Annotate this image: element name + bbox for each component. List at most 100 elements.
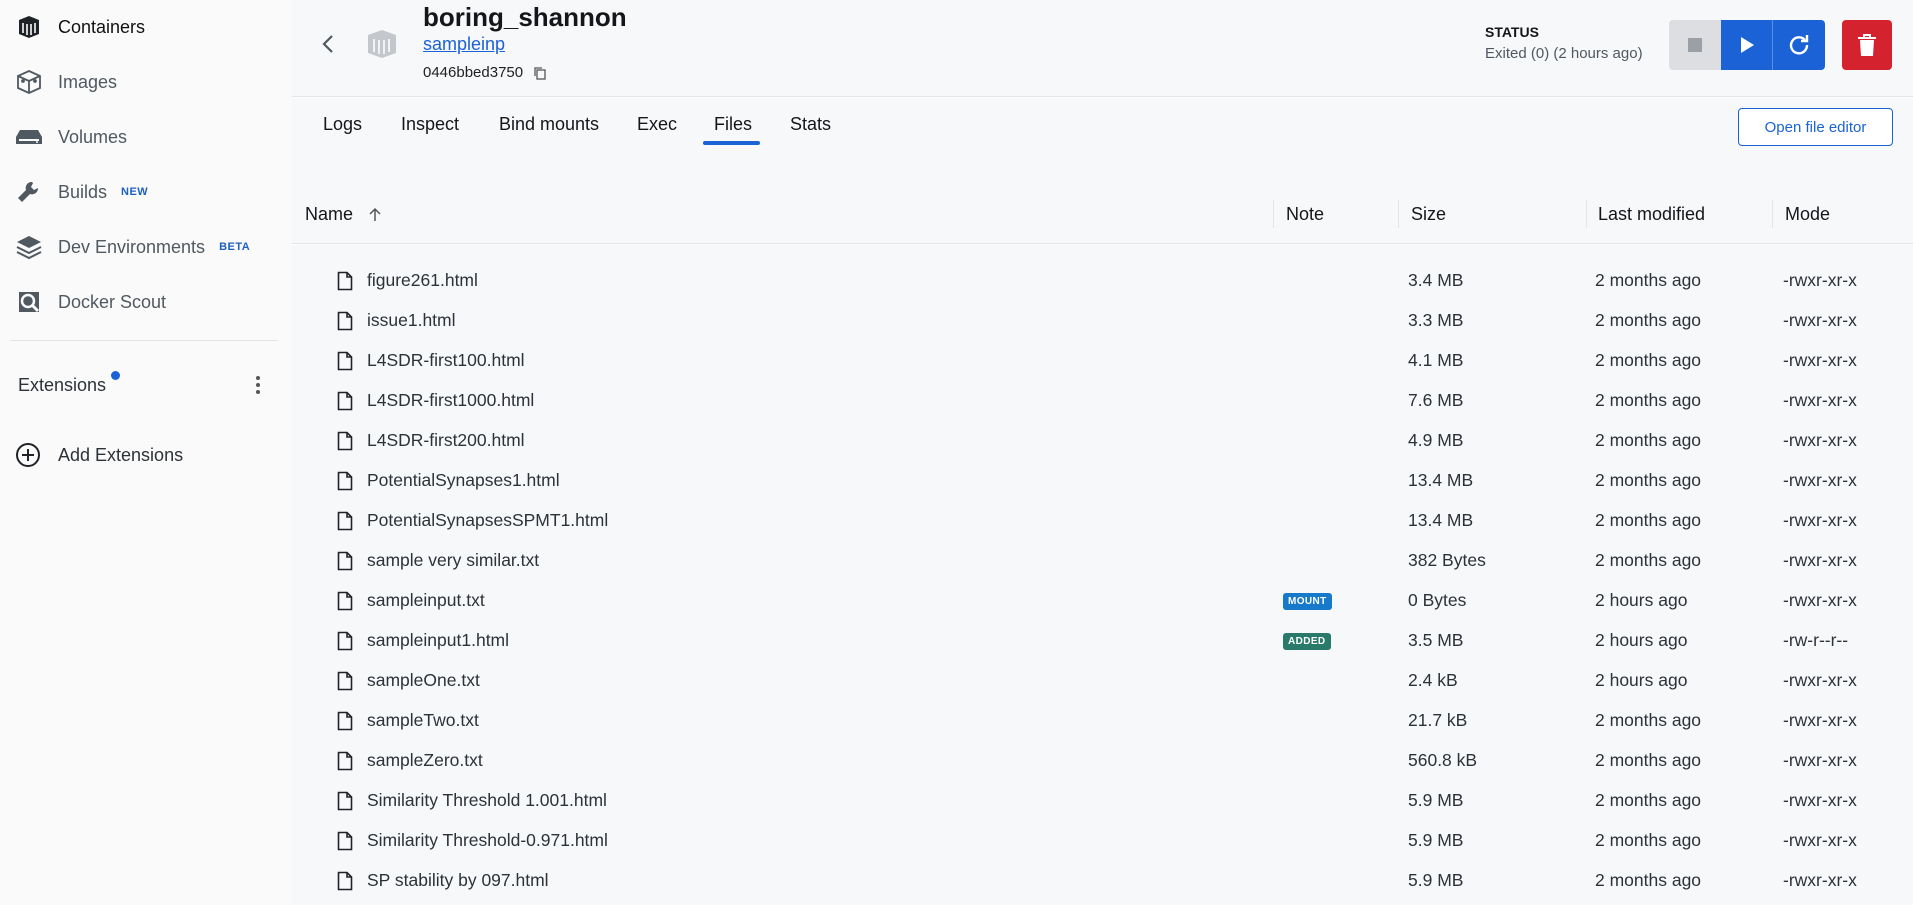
- tab-exec[interactable]: Exec: [637, 114, 677, 135]
- restart-button[interactable]: [1773, 20, 1825, 70]
- open-file-editor-button[interactable]: Open file editor: [1738, 108, 1893, 146]
- sidebar-item-docker-scout[interactable]: Docker Scout: [14, 284, 166, 320]
- table-row[interactable]: L4SDR-first100.html 4.1 MB 2 months ago -rw…: [292, 341, 1913, 381]
- more-options-icon[interactable]: [248, 373, 268, 397]
- file-modified: 2 months ago: [1595, 310, 1702, 330]
- builds-icon: [14, 177, 44, 207]
- file-name: sampleinput.txt: [367, 590, 485, 610]
- table-row[interactable]: sampleOne.txt 2.4 kB 2 hours ago -rwxr-xr-x: [292, 661, 1913, 701]
- tab-logs[interactable]: Logs: [323, 114, 362, 135]
- tab-inspect[interactable]: Inspect: [401, 114, 459, 135]
- sidebar-item-containers[interactable]: Containers: [14, 9, 145, 45]
- container-id-row: 0446bbed3750: [423, 64, 547, 81]
- table-row[interactable]: sampleZero.txt 560.8 kB 2 months ago -rwxr-…: [292, 741, 1913, 781]
- stop-button[interactable]: [1669, 20, 1721, 70]
- status-value: Exited (0) (2 hours ago): [1485, 45, 1643, 62]
- file-icon: [337, 631, 353, 651]
- table-row[interactable]: sampleinput.txt MOUNT 0 Bytes 2 hours ago -r…: [292, 581, 1913, 621]
- volumes-icon: [14, 122, 44, 152]
- table-row[interactable]: draw_figure.py12.5 kB1 month ago-rwxr-xr…: [292, 245, 1913, 255]
- file-name: SP stability by 097.html: [367, 870, 549, 890]
- file-icon: [337, 591, 353, 611]
- file-size: 13.4 MB: [1408, 470, 1474, 490]
- file-name: sampleOne.txt: [367, 670, 480, 690]
- table-row[interactable]: PotentialSynapses1.html 13.4 MB 2 months a…: [292, 461, 1913, 501]
- tab-bind-mounts[interactable]: Bind mounts: [499, 114, 599, 135]
- table-row[interactable]: L4SDR-first1000.html 7.6 MB 2 months ago -r…: [292, 381, 1913, 421]
- file-mode: -rwxr-xr-x: [1783, 390, 1857, 410]
- file-modified: 2 hours ago: [1595, 630, 1688, 650]
- file-modified: 2 months ago: [1595, 510, 1702, 530]
- file-mode: -rwxr-xr-x: [1783, 270, 1857, 290]
- start-button[interactable]: [1721, 20, 1773, 70]
- table-row[interactable]: Similarity Threshold-0.971.html 5.9 MB 2 m…: [292, 821, 1913, 861]
- sidebar-item-builds[interactable]: Builds NEW: [14, 174, 148, 210]
- file-list: draw_figure.py12.5 kB1 month ago-rwxr-xr…: [292, 245, 1913, 905]
- table-header: Name Note Size Last modified Mode: [292, 188, 1913, 244]
- container-header: boring_shannon sampleinp 0446bbed3750 ST…: [292, 0, 1913, 97]
- file-name: sampleZero.txt: [367, 750, 483, 770]
- file-mode: -rwxr-xr-x: [1783, 430, 1857, 450]
- column-header-size[interactable]: Size: [1411, 204, 1446, 225]
- play-icon: [1740, 37, 1754, 53]
- file-name: PotentialSynapsesSPMT1.html: [367, 510, 609, 530]
- delete-button[interactable]: [1842, 20, 1892, 70]
- file-mode: -rwxr-xr-x: [1783, 590, 1857, 610]
- restart-icon: [1789, 35, 1809, 55]
- tab-stats[interactable]: Stats: [790, 114, 831, 135]
- file-size: 21.7 kB: [1408, 710, 1468, 730]
- column-header-name[interactable]: Name: [305, 204, 383, 225]
- table-row[interactable]: figure261.html 3.4 MB 2 months ago -rwxr-xr…: [292, 261, 1913, 301]
- sidebar-item-volumes[interactable]: Volumes: [14, 119, 127, 155]
- table-row[interactable]: L4SDR-first200.html 4.9 MB 2 months ago -rw…: [292, 421, 1913, 461]
- file-modified: 2 months ago: [1595, 750, 1702, 770]
- file-icon: [337, 471, 353, 491]
- added-badge: ADDED: [1283, 633, 1331, 650]
- column-header-last-modified[interactable]: Last modified: [1598, 204, 1705, 225]
- dev-environments-icon: [14, 232, 44, 262]
- table-row[interactable]: Similarity Threshold 1.001.html 5.9 MB 2 m…: [292, 781, 1913, 821]
- file-mode: -rwxr-xr-x: [1783, 510, 1857, 530]
- images-icon: [14, 67, 44, 97]
- file-name: sampleinput1.html: [367, 630, 510, 650]
- sidebar-item-label: Containers: [58, 16, 146, 37]
- copy-icon[interactable]: [533, 66, 547, 80]
- add-extensions-button[interactable]: Add Extensions: [14, 441, 183, 469]
- status-label: STATUS: [1485, 24, 1539, 40]
- back-button[interactable]: [316, 30, 340, 58]
- table-row[interactable]: sampleTwo.txt 21.7 kB 2 months ago -rwxr-xr…: [292, 701, 1913, 741]
- file-mode: -rwxr-xr-x: [1783, 670, 1857, 690]
- image-link[interactable]: sampleinp: [423, 34, 505, 55]
- table-row[interactable]: SP stability by 097.html 5.9 MB 2 months a…: [292, 861, 1913, 901]
- column-header-mode[interactable]: Mode: [1785, 204, 1830, 225]
- sort-ascending-icon: [369, 207, 381, 221]
- file-size: 0 Bytes: [1408, 590, 1467, 610]
- table-row[interactable]: sample very similar.txt 382 Bytes 2 months…: [292, 541, 1913, 581]
- table-row[interactable]: sampleinput1.html ADDED 3.5 MB 2 hours ago -…: [292, 621, 1913, 661]
- tab-files[interactable]: Files: [714, 114, 752, 135]
- file-modified: 2 months ago: [1595, 390, 1702, 410]
- container-name: boring_shannon: [423, 2, 627, 32]
- column-header-note[interactable]: Note: [1286, 204, 1324, 225]
- file-modified: 2 months ago: [1595, 470, 1702, 490]
- extensions-label: Extensions: [18, 374, 107, 395]
- file-name: L4SDR-first1000.html: [367, 390, 535, 410]
- file-mode: -rwxr-xr-x: [1783, 870, 1857, 890]
- sidebar-item-images[interactable]: Images: [14, 64, 117, 100]
- file-name: PotentialSynapses1.html: [367, 470, 560, 490]
- table-row[interactable]: issue1.html 3.3 MB 2 months ago -rwxr-xr-x: [292, 301, 1913, 341]
- table-row[interactable]: PotentialSynapsesSPMT1.html 13.4 MB 2 mont…: [292, 501, 1913, 541]
- file-modified: 2 months ago: [1595, 430, 1702, 450]
- file-name: Similarity Threshold-0.971.html: [367, 830, 608, 850]
- file-name: issue1.html: [367, 310, 456, 330]
- file-modified: 2 hours ago: [1595, 590, 1688, 610]
- mount-badge: MOUNT: [1283, 593, 1332, 610]
- file-size: 3.5 MB: [1408, 630, 1464, 650]
- sidebar-item-dev-environments[interactable]: Dev Environments BETA: [14, 229, 250, 265]
- file-size: 5.9 MB: [1408, 790, 1464, 810]
- file-size: 5.9 MB: [1408, 830, 1464, 850]
- tab-bar: Logs Inspect Bind mounts Exec Files Stat…: [292, 98, 1913, 148]
- file-size: 5.9 MB: [1408, 870, 1464, 890]
- file-mode: -rwxr-xr-x: [1783, 550, 1857, 570]
- file-mode: -rwxr-xr-x: [1783, 470, 1857, 490]
